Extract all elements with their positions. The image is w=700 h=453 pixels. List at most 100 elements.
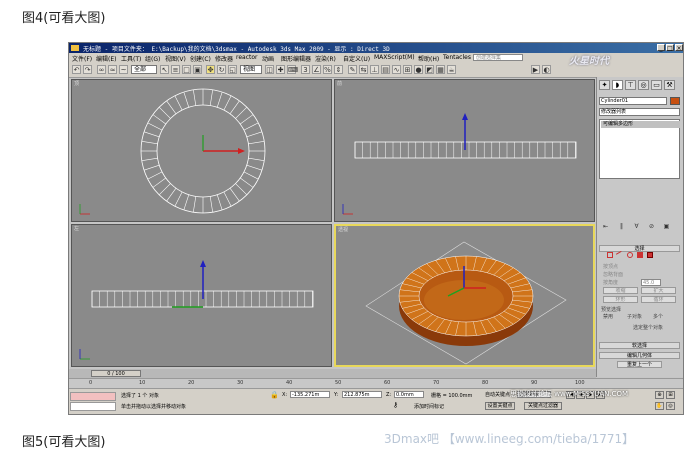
snap-3-icon[interactable]: 3 [301,65,310,74]
preview-off-radio[interactable]: 禁用 [603,313,613,320]
render-production-icon[interactable]: ◐ [542,65,551,74]
menu-tools[interactable]: 工具(T) [121,54,141,63]
preview-multi-radio[interactable]: 多个 [653,313,663,320]
menu-group[interactable]: 组(G) [145,54,160,63]
curve-editor-icon[interactable]: ∿ [392,65,401,74]
add-time-tag[interactable]: 添加时间标记 [414,403,444,410]
window-crossing-icon[interactable]: ▣ [193,65,202,74]
rotate-icon[interactable]: ↻ [217,65,226,74]
pin-stack-icon[interactable]: ⇤ [601,222,610,231]
render-frame-icon[interactable]: ▦ [436,65,445,74]
spinner-snap-icon[interactable]: ⇕ [334,65,343,74]
x-coord-field[interactable]: -135.271m [290,391,330,398]
motion-tab-icon[interactable]: ◎ [638,80,649,90]
menu-edit[interactable]: 编辑(E) [96,54,116,63]
menu-rendering[interactable]: 渲染(R) [315,54,336,63]
object-color-swatch[interactable] [670,97,680,105]
percent-snap-icon[interactable]: % [323,65,332,74]
zoom-all-icon[interactable]: ⊞ [666,391,675,399]
schematic-icon[interactable]: ⊞ [403,65,412,74]
viewport-top[interactable]: 顶 [71,79,332,222]
viewport-left[interactable]: 左 [71,224,332,367]
viewport-front[interactable]: 前 [334,79,595,222]
menu-help[interactable]: 帮助(H) [418,54,439,63]
create-tab-icon[interactable]: ✦ [599,80,610,90]
scale-icon[interactable]: ◱ [228,65,237,74]
make-unique-icon[interactable]: ∀ [632,222,641,231]
angle-spinner[interactable]: 45.0 [641,279,661,286]
selection-rollout-header[interactable]: 选择 [599,245,680,252]
modify-tab-icon[interactable]: ◗ [612,80,623,90]
element-icon[interactable] [647,252,653,258]
pan-icon[interactable]: ✋ [655,402,664,410]
stack-item-editable-poly[interactable]: 可编辑多边形 [601,121,680,128]
select-by-name-icon[interactable]: ≡ [171,65,180,74]
link-icon[interactable]: ∞ [97,65,106,74]
key-filters-button[interactable]: 关键点过滤器 [524,402,562,410]
keyboard-shortcut-icon[interactable]: ⌨ [287,65,298,74]
display-tab-icon[interactable]: ▭ [651,80,662,90]
redo-icon[interactable]: ↷ [83,65,92,74]
repeat-last-button[interactable]: 重复上一个 [617,361,662,368]
ring-button[interactable]: 环形 [603,296,638,303]
bind-spacewarp-icon[interactable]: ~ [119,65,128,74]
rect-region-icon[interactable]: □ [182,65,191,74]
render-type-icon[interactable]: ▶ [531,65,540,74]
menu-tentacles[interactable]: Tentacles [443,54,471,61]
by-angle-checkbox[interactable]: 按角度 [603,279,618,286]
z-coord-field[interactable]: 0.0mm [394,391,424,398]
polygon-icon[interactable] [637,252,643,258]
quick-render-icon[interactable]: ☕ [447,65,456,74]
menu-customize[interactable]: 自定义(U) [343,54,370,63]
hierarchy-tab-icon[interactable]: ⊤ [625,80,636,90]
shrink-button[interactable]: 收缩 [603,287,638,294]
preview-subobj-radio[interactable]: 子对象 [627,313,642,320]
by-vertex-checkbox[interactable]: 按顶点 [603,263,618,270]
named-selection-field[interactable]: 创建选择集 [473,54,523,61]
configure-sets-icon[interactable]: ▣ [662,222,671,231]
menu-animation[interactable]: 动画 [262,54,274,63]
modifier-list-select[interactable]: 修改器列表 [599,108,680,116]
selection-filter-select[interactable]: 全部 [131,65,157,74]
ref-coord-select[interactable]: 视图 [240,65,262,74]
angle-snap-icon[interactable]: ∠ [312,65,321,74]
maxscript-output[interactable] [70,402,116,411]
show-end-result-icon[interactable]: ‖ [617,222,626,231]
align-icon[interactable]: ⊥ [370,65,379,74]
layer-icon[interactable]: ▤ [381,65,390,74]
border-icon[interactable] [627,252,633,258]
edge-icon[interactable] [615,250,625,260]
pivot-icon[interactable]: ◫ [265,65,274,74]
undo-icon[interactable]: ↶ [72,65,81,74]
edit-named-sel-icon[interactable]: ✎ [348,65,357,74]
set-key-button[interactable]: 设置关键点 [485,402,515,410]
move-icon[interactable]: ✥ [206,65,215,74]
mirror-icon[interactable]: ⇆ [359,65,368,74]
time-slider[interactable]: 0 / 100 [69,369,596,378]
close-button[interactable]: × [675,44,683,52]
maximize-button[interactable]: □ [666,44,674,52]
remove-modifier-icon[interactable]: ⊘ [647,222,656,231]
select-manipulate-icon[interactable]: ✚ [276,65,285,74]
menu-maxscript[interactable]: MAXScript(M) [374,54,415,61]
minimize-button[interactable]: _ [657,44,665,52]
object-name-field[interactable]: Cylinder01 [599,97,667,105]
render-setup-icon[interactable]: ◩ [425,65,434,74]
ignore-backfacing-checkbox[interactable]: 忽略背面 [603,271,623,278]
menu-create[interactable]: 创建(C) [190,54,211,63]
y-coord-field[interactable]: 212.875m [342,391,382,398]
lock-selection-icon[interactable]: 🔒 [270,391,279,399]
menu-file[interactable]: 文件(F) [72,54,92,63]
unlink-icon[interactable]: ≈ [108,65,117,74]
viewport-perspective[interactable]: 透视 [334,224,595,367]
loop-button[interactable]: 循环 [641,296,676,303]
menu-modifiers[interactable]: 修改器 [215,54,233,63]
grow-button[interactable]: 扩大 [641,287,676,294]
time-slider-thumb[interactable]: 0 / 100 [91,370,141,377]
edit-geometry-rollout[interactable]: 编辑几何体 [599,352,680,359]
vertex-icon[interactable] [607,252,613,258]
maxscript-listener[interactable] [70,392,116,401]
utilities-tab-icon[interactable]: ⚒ [664,80,675,90]
select-object-icon[interactable]: ↖ [160,65,169,74]
material-editor-icon[interactable]: ● [414,65,423,74]
